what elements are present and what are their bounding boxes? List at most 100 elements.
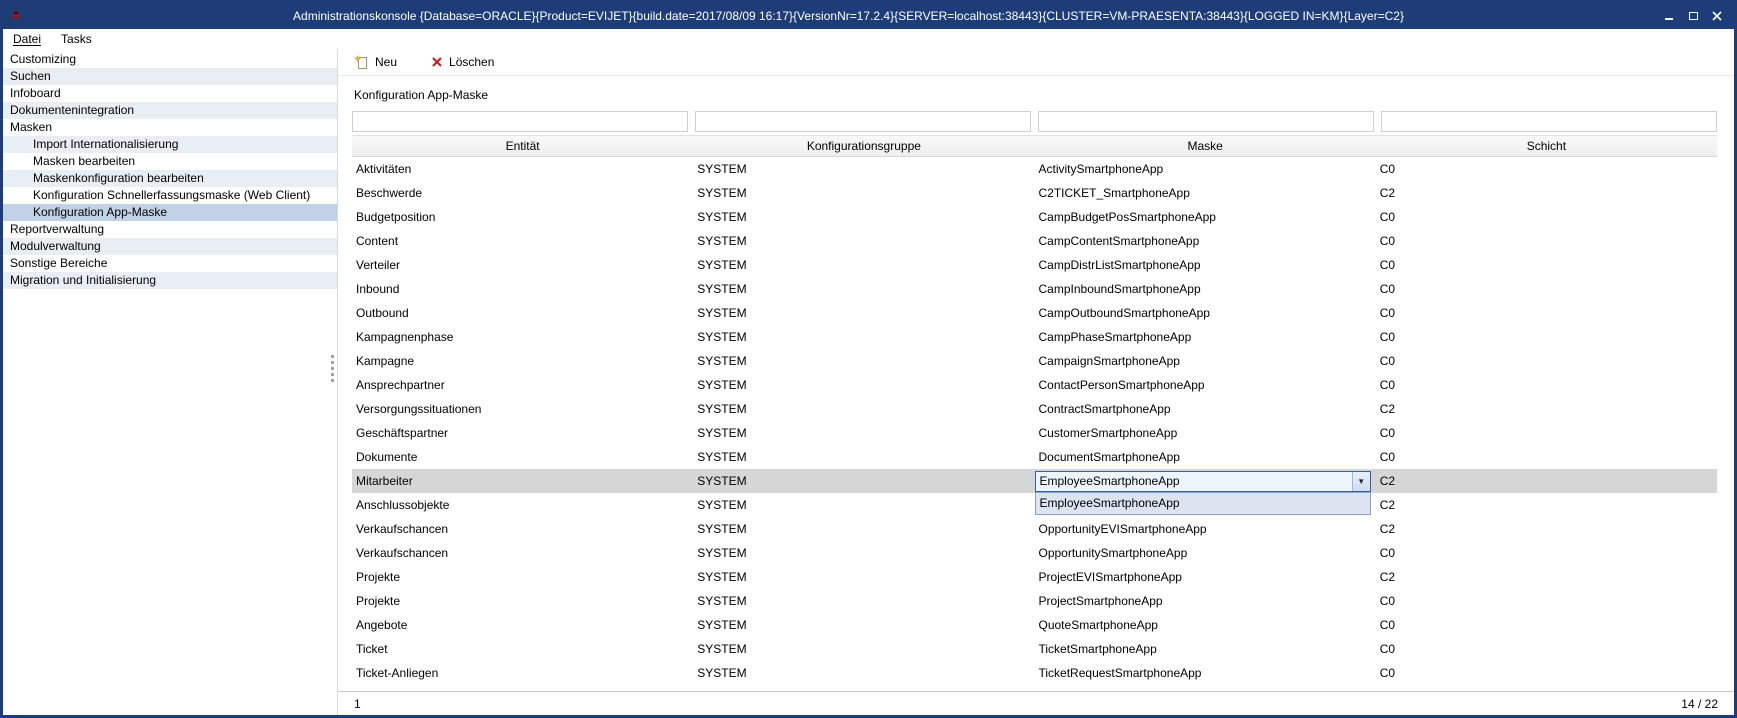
cell-gruppe: SYSTEM [693,210,1034,224]
sidebar-item-suchen[interactable]: Suchen [3,68,337,85]
cell-gruppe: SYSTEM [693,594,1034,608]
delete-x-icon [431,56,443,68]
cell-schicht: C0 [1376,330,1717,344]
filter-konfigurationsgruppe-input[interactable] [695,111,1031,132]
cell-schicht: C0 [1376,594,1717,608]
table-row[interactable]: VerkaufschancenSYSTEMOpportunitySmartpho… [352,541,1717,565]
sidebar-item-masken-bearbeiten[interactable]: Masken bearbeiten [3,153,337,170]
combobox-dropdown: EmployeeSmartphoneApp [1035,492,1371,515]
splitter-handle[interactable] [331,355,334,382]
window-controls [1660,9,1726,24]
cell-gruppe: SYSTEM [693,234,1034,248]
cell-entitaet: Kampagne [352,354,693,368]
cell-maske: ProjectEVISmartphoneApp [1035,570,1376,584]
maximize-icon [1689,12,1698,20]
cell-entitaet: Content [352,234,693,248]
sidebar-item-import-internationalisierung[interactable]: Import Internationalisierung [3,136,337,153]
sidebar-item-reportverwaltung[interactable]: Reportverwaltung [3,221,337,238]
table-row[interactable]: BeschwerdeSYSTEMC2TICKET_SmartphoneAppC2 [352,181,1717,205]
filter-maske-input[interactable] [1038,111,1374,132]
combobox-value: EmployeeSmartphoneApp [1036,472,1352,491]
table-row[interactable]: OutboundSYSTEMCampOutboundSmartphoneAppC… [352,301,1717,325]
filter-schicht-input[interactable] [1381,111,1717,132]
table-row[interactable]: AngeboteSYSTEMQuoteSmartphoneAppC0 [352,613,1717,637]
cell-maske: CampContentSmartphoneApp [1035,234,1376,248]
table-row[interactable]: ProjekteSYSTEMProjectEVISmartphoneAppC2 [352,565,1717,589]
table-row[interactable]: MitarbeiterSYSTEMEmployeeSmartphoneApp▼E… [352,469,1717,493]
column-header-entitaet[interactable]: Entität [352,139,693,153]
cell-schicht: C2 [1376,186,1717,200]
table-row[interactable]: VerteilerSYSTEMCampDistrListSmartphoneAp… [352,253,1717,277]
titlebar: Administrationskonsole {Database=ORACLE}… [3,3,1734,29]
maximize-button[interactable] [1684,9,1702,24]
menu-tasks[interactable]: Tasks [59,31,94,47]
column-header-schicht[interactable]: Schicht [1376,139,1717,153]
cell-maske: CampInboundSmartphoneApp [1035,282,1376,296]
sidebar-item-infoboard[interactable]: Infoboard [3,85,337,102]
cell-maske: ContractSmartphoneApp [1035,402,1376,416]
sidebar-item-sonstige-bereiche[interactable]: Sonstige Bereiche [3,255,337,272]
cell-entitaet: Ticket-Anliegen [352,666,693,680]
dropdown-option[interactable]: EmployeeSmartphoneApp [1036,493,1370,514]
table-row[interactable]: ProjekteSYSTEMProjectSmartphoneAppC0 [352,589,1717,613]
cell-gruppe: SYSTEM [693,258,1034,272]
cell-schicht: C0 [1376,546,1717,560]
column-header-maske[interactable]: Maske [1035,139,1376,153]
delete-button[interactable]: Löschen [431,55,494,69]
table-row[interactable]: BudgetpositionSYSTEMCampBudgetPosSmartph… [352,205,1717,229]
cell-maske: TicketRequestSmartphoneApp [1035,666,1376,680]
section-title: Konfiguration App-Maske [354,88,1720,102]
table-rows: AktivitätenSYSTEMActivitySmartphoneAppC0… [352,157,1720,685]
menu-datei[interactable]: Datei [11,31,43,47]
cell-gruppe: SYSTEM [693,618,1034,632]
sidebar-item-konfiguration-schnellerfassungsmaske-web-client[interactable]: Konfiguration Schnellerfassungsmaske (We… [3,187,337,204]
sidebar-item-customizing[interactable]: Customizing [3,51,337,68]
table-row[interactable]: VerkaufschancenSYSTEMOpportunityEVISmart… [352,517,1717,541]
cell-maske: TicketSmartphoneApp [1035,642,1376,656]
cell-gruppe: SYSTEM [693,378,1034,392]
maske-combobox[interactable]: EmployeeSmartphoneApp▼EmployeeSmartphone… [1035,471,1371,492]
cell-gruppe: SYSTEM [693,282,1034,296]
cell-schicht: C0 [1376,162,1717,176]
sidebar: CustomizingSuchenInfoboardDokumenteninte… [3,49,338,715]
sidebar-item-modulverwaltung[interactable]: Modulverwaltung [3,238,337,255]
table-row[interactable]: KampagnenphaseSYSTEMCampPhaseSmartphoneA… [352,325,1717,349]
menubar: Datei Tasks [3,29,1734,49]
table-row[interactable]: DokumenteSYSTEMDocumentSmartphoneAppC0 [352,445,1717,469]
table-header: Entität Konfigurationsgruppe Maske Schic… [352,135,1717,157]
minimize-button[interactable] [1660,9,1678,24]
table-row[interactable]: InboundSYSTEMCampInboundSmartphoneAppC0 [352,277,1717,301]
table-row[interactable]: KampagneSYSTEMCampaignSmartphoneAppC0 [352,349,1717,373]
filter-entitaet-input[interactable] [352,111,688,132]
cell-gruppe: SYSTEM [693,570,1034,584]
cell-maske: ProjectSmartphoneApp [1035,594,1376,608]
row-counter: 14 / 22 [1681,697,1718,711]
cell-entitaet: Projekte [352,594,693,608]
sidebar-item-maskenkonfiguration-bearbeiten[interactable]: Maskenkonfiguration bearbeiten [3,170,337,187]
table-row[interactable]: AktivitätenSYSTEMActivitySmartphoneAppC0 [352,157,1717,181]
cell-schicht: C0 [1376,618,1717,632]
table-row[interactable]: GeschäftspartnerSYSTEMCustomerSmartphone… [352,421,1717,445]
sidebar-item-masken[interactable]: Masken [3,119,337,136]
cell-schicht: C0 [1376,642,1717,656]
sidebar-item-dokumentenintegration[interactable]: Dokumentenintegration [3,102,337,119]
table-row[interactable]: Ticket-AnliegenSYSTEMTicketRequestSmartp… [352,661,1717,685]
table-row[interactable]: VersorgungssituationenSYSTEMContractSmar… [352,397,1717,421]
sidebar-item-konfiguration-app-maske[interactable]: Konfiguration App-Maske [3,204,337,221]
cell-schicht: C2 [1376,498,1717,512]
close-icon [1712,11,1722,21]
cell-gruppe: SYSTEM [693,426,1034,440]
cell-entitaet: Verteiler [352,258,693,272]
cell-maske: OpportunityEVISmartphoneApp [1035,522,1376,536]
table-row[interactable]: AnsprechpartnerSYSTEMContactPersonSmartp… [352,373,1717,397]
column-header-konfigurationsgruppe[interactable]: Konfigurationsgruppe [693,139,1034,153]
new-button[interactable]: Neu [354,55,397,70]
cell-schicht: C0 [1376,378,1717,392]
table-row[interactable]: TicketSYSTEMTicketSmartphoneAppC0 [352,637,1717,661]
close-button[interactable] [1708,9,1726,24]
sidebar-item-migration-und-initialisierung[interactable]: Migration und Initialisierung [3,272,337,289]
cell-schicht: C0 [1376,258,1717,272]
combobox-caret-icon[interactable]: ▼ [1352,472,1370,491]
cell-gruppe: SYSTEM [693,354,1034,368]
table-row[interactable]: ContentSYSTEMCampContentSmartphoneAppC0 [352,229,1717,253]
